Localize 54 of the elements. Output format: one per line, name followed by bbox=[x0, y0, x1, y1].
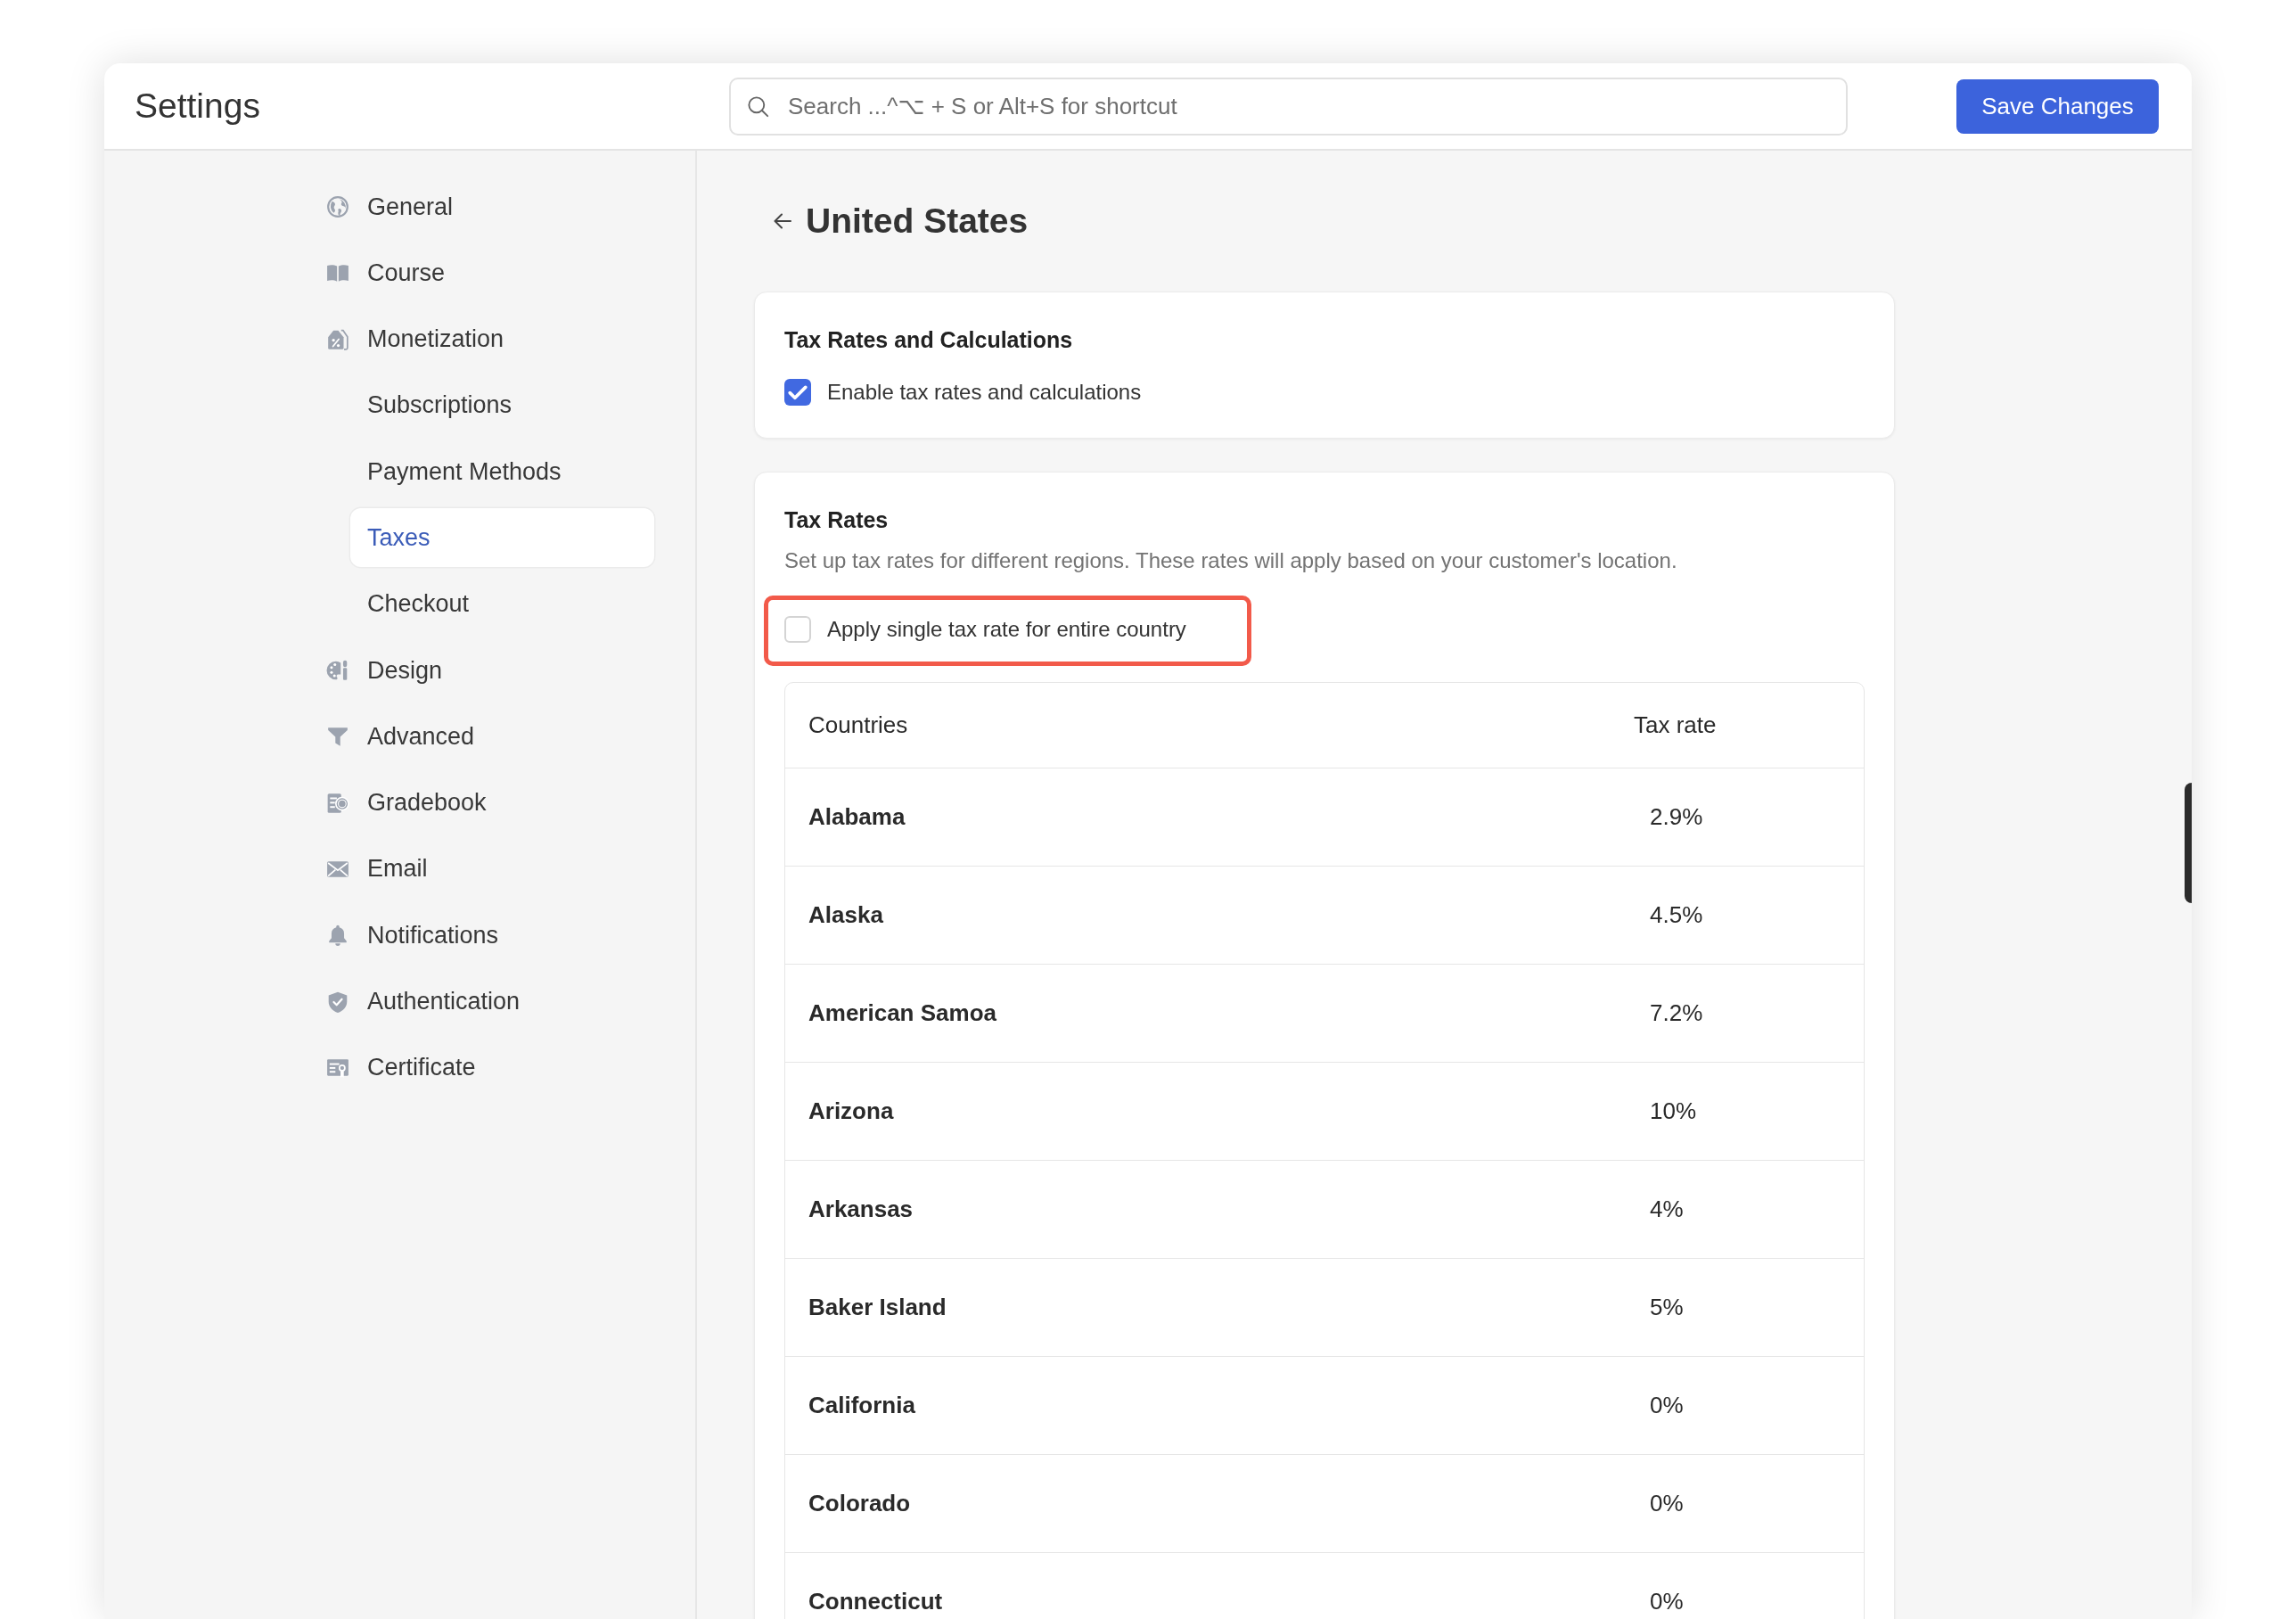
percent-tag-icon bbox=[326, 327, 349, 351]
sidebar-item[interactable]: General bbox=[309, 177, 654, 236]
sidebar-item[interactable]: Taxes bbox=[350, 508, 654, 568]
search-icon bbox=[746, 94, 770, 119]
sidebar-item[interactable]: Course bbox=[309, 243, 654, 303]
sidebar-item[interactable]: Design bbox=[309, 641, 654, 701]
sidebar-item[interactable]: Gradebook bbox=[309, 773, 654, 833]
graded-document-icon bbox=[326, 791, 349, 815]
table-cell-text: 4% bbox=[1649, 1196, 1685, 1223]
bell-icon bbox=[326, 924, 349, 948]
table-cell-text: 2.9% bbox=[1649, 803, 1704, 831]
edge-tab[interactable] bbox=[2185, 783, 2192, 903]
section-title: Tax Rates bbox=[784, 506, 890, 534]
sidebar-item[interactable]: Advanced bbox=[309, 707, 654, 767]
settings-title: Settings bbox=[135, 86, 261, 126]
table-cell-text: 0% bbox=[1649, 1392, 1685, 1419]
checkbox-label: Apply single tax rate for entire country bbox=[827, 617, 1186, 642]
table-cell-text: California bbox=[808, 1392, 916, 1419]
checkbox[interactable] bbox=[784, 379, 811, 406]
palette-brush-icon bbox=[326, 659, 349, 683]
table-cell-text: 5% bbox=[1649, 1294, 1685, 1321]
shield-check-icon bbox=[326, 990, 349, 1014]
sidebar-item[interactable]: Checkout bbox=[350, 574, 654, 634]
table-cell-text: Arizona bbox=[808, 1097, 895, 1125]
save-button[interactable]: Save Changes bbox=[1956, 78, 2159, 134]
sidebar-item[interactable]: Email bbox=[309, 839, 654, 899]
sidebar-item[interactable]: Notifications bbox=[309, 906, 654, 966]
table-cell-text: Alaska bbox=[808, 901, 884, 929]
table-cell-text: American Samoa bbox=[808, 999, 997, 1027]
table-cell-text: Colorado bbox=[808, 1490, 912, 1517]
sidebar-item[interactable]: Payment Methods bbox=[350, 442, 654, 502]
table-cell-text: Connecticut bbox=[808, 1588, 944, 1615]
search-field[interactable]: Search ...^⌥ + S or Alt+S for shortcut bbox=[729, 77, 1848, 136]
table-cell-text: 7.2% bbox=[1649, 999, 1704, 1027]
checkbox[interactable] bbox=[784, 616, 811, 643]
table-cell-text: 0% bbox=[1649, 1588, 1685, 1615]
page-heading: United States bbox=[806, 201, 1029, 241]
sidebar-item[interactable]: Certificate bbox=[309, 1038, 654, 1097]
globe-icon bbox=[326, 195, 349, 218]
table-cell-text: 10% bbox=[1649, 1097, 1698, 1125]
section-description: Set up tax rates for different regions. These rates will apply based on your customer's location. bbox=[784, 547, 1678, 574]
sidebar-item[interactable]: Subscriptions bbox=[350, 375, 654, 435]
table-cell-text: Baker Island bbox=[808, 1294, 947, 1321]
table-cell-text: 0% bbox=[1649, 1490, 1685, 1517]
sidebar-item[interactable]: Authentication bbox=[309, 972, 654, 1031]
table-cell-text: Arkansas bbox=[808, 1196, 914, 1223]
funnel-icon bbox=[326, 725, 349, 749]
table-cell-text: 4.5% bbox=[1649, 901, 1704, 929]
table-cell-text: Alabama bbox=[808, 803, 906, 831]
column-header: Tax rate bbox=[1634, 711, 1718, 739]
sidebar-item[interactable]: Monetization bbox=[309, 309, 654, 369]
checkbox-label: Enable tax rates and calculations bbox=[827, 380, 1142, 405]
section-title: Tax Rates and Calculations bbox=[784, 326, 1074, 354]
column-header: Countries bbox=[808, 711, 909, 739]
